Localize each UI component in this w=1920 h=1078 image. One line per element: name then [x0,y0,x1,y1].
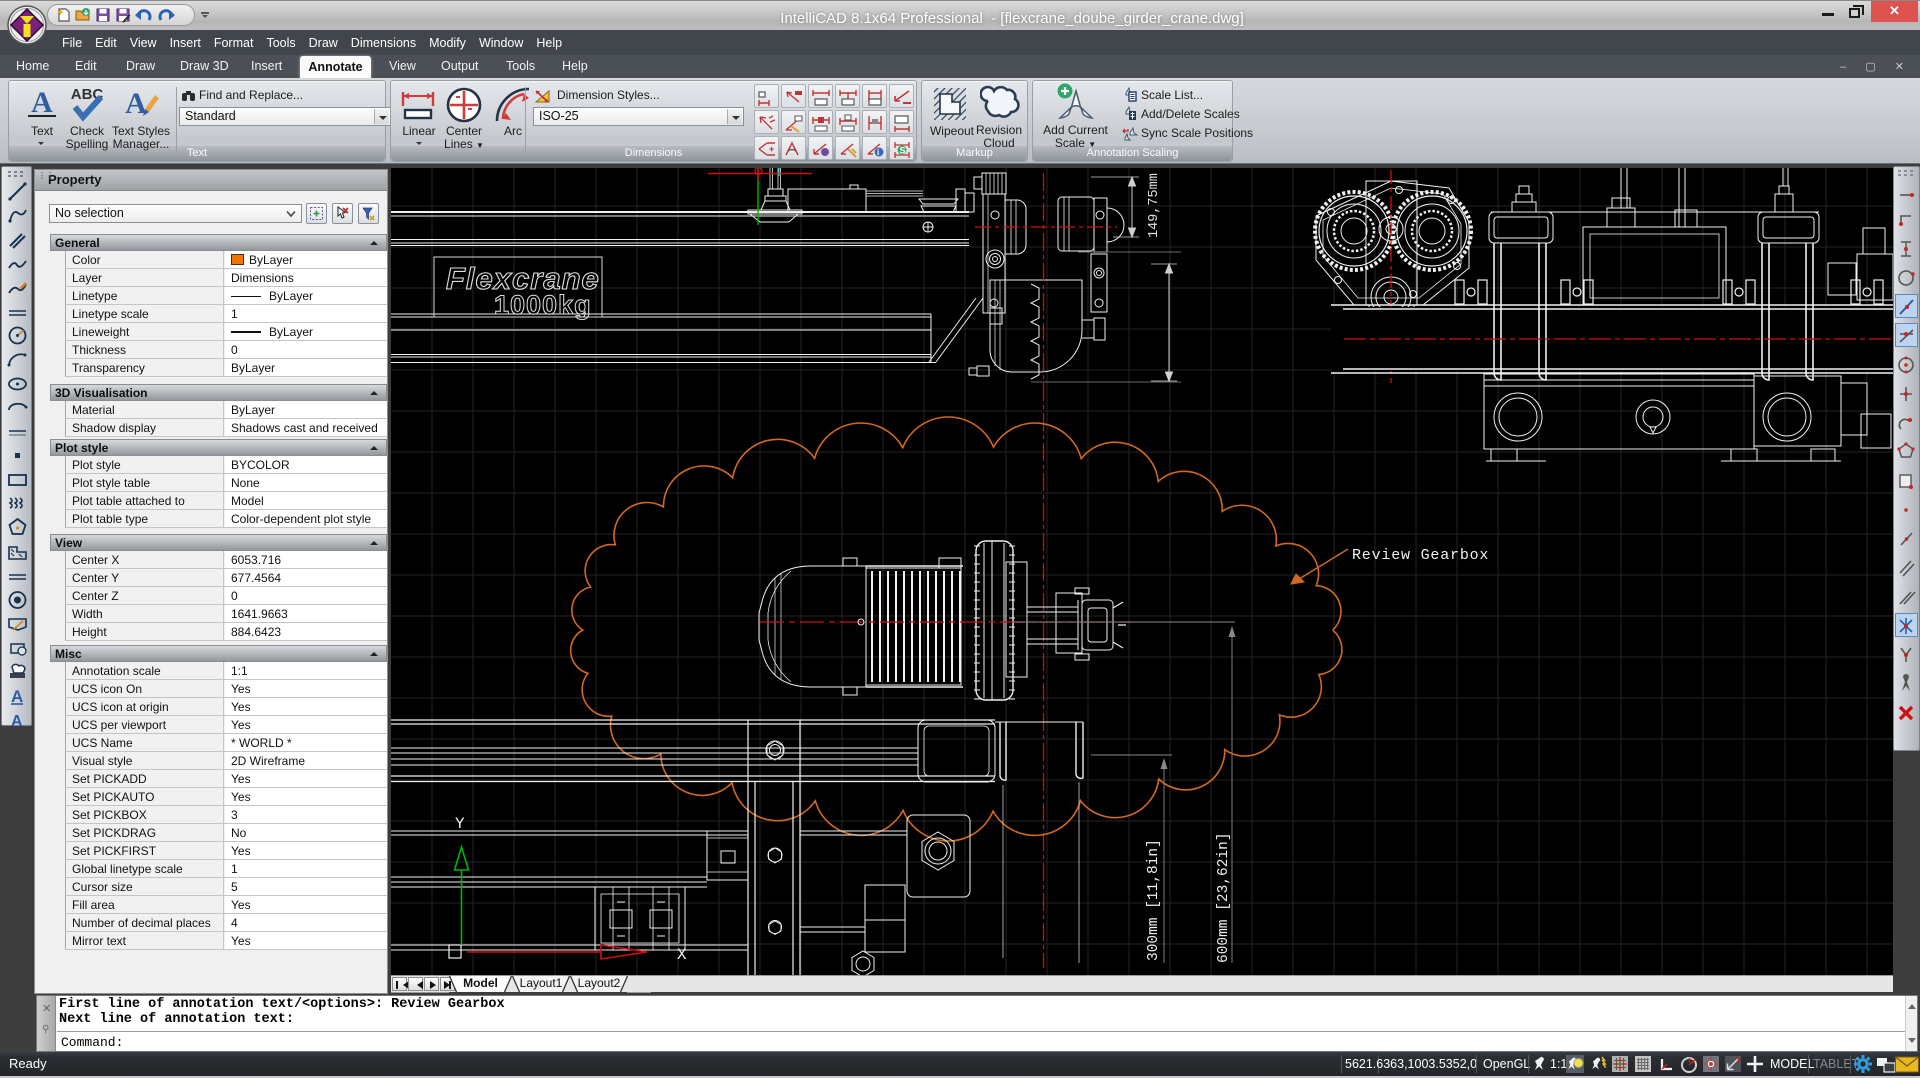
svg-text:A: A [11,687,23,706]
svg-text:300mm [11,8in]: 300mm [11,8in] [1146,839,1162,961]
svg-text:Review Gearbox: Review Gearbox [1352,547,1489,564]
svg-text:i: i [877,148,879,157]
svg-text:Y: Y [455,815,465,833]
svg-text:1000kg: 1000kg [494,290,592,320]
svg-text:149,75mm: 149,75mm [1147,173,1162,238]
svg-text:A: A [31,86,53,119]
svg-text:+: + [769,144,774,154]
svg-text:S: S [900,146,906,156]
svg-text:600mm [23,62in]: 600mm [23,62in] [1216,832,1232,963]
svg-text:X: X [677,946,687,964]
svg-text:A: A [11,713,23,730]
